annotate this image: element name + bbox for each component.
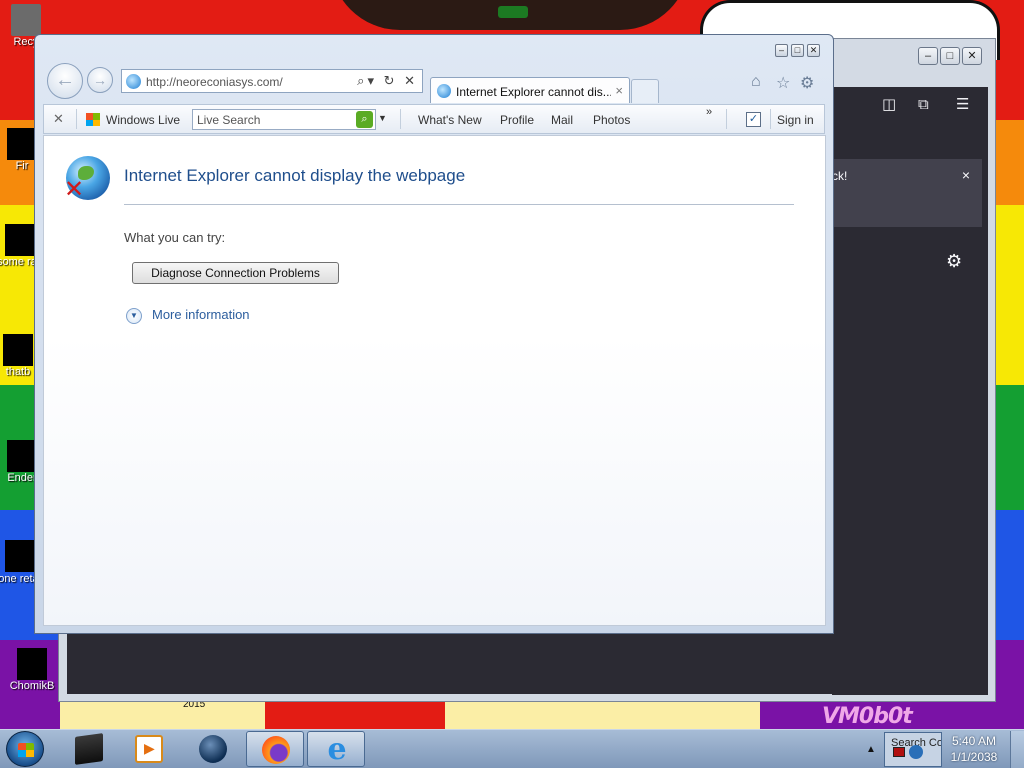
favorites-star-icon[interactable]: ☆: [776, 73, 790, 93]
windows-live-logo-icon: [86, 113, 100, 126]
notification-text: ck!: [832, 169, 848, 183]
tab-active[interactable]: Internet Explorer cannot dis... ×: [430, 77, 630, 103]
desktop-icon-label: ChomikB: [9, 680, 55, 692]
desktop-icon-chomik[interactable]: ChomikB: [0, 648, 64, 692]
forward-button[interactable]: →: [87, 67, 113, 93]
file-icon: [7, 440, 37, 472]
toolbar-close-icon[interactable]: ✕: [53, 111, 64, 127]
page-title: Internet Explorer cannot display the web…: [124, 166, 466, 185]
file-icon: [3, 334, 33, 366]
search-icon[interactable]: ⌕: [356, 111, 373, 128]
gear-icon[interactable]: ⚙: [946, 251, 962, 272]
toolbar-divider: [76, 109, 77, 129]
mail-link[interactable]: Mail: [551, 113, 573, 127]
back-arrow-icon: ←: [55, 69, 75, 91]
back-button[interactable]: ←: [47, 63, 83, 99]
notification-close-icon[interactable]: ×: [962, 167, 970, 183]
firefox-shortcut-icon: [7, 128, 37, 160]
try-heading: What you can try:: [124, 230, 226, 245]
tray-expand-icon[interactable]: ▲: [866, 744, 876, 755]
home-icon[interactable]: ⌂: [751, 73, 761, 91]
firefox-notification: ck! ×: [832, 159, 982, 227]
wallpaper-green-mark: [498, 6, 528, 18]
toolbar-divider: [770, 109, 771, 129]
toolbar-chevron[interactable]: »: [706, 106, 712, 118]
firefox-content-area: ◫ ⧉ ☰ ck! × ⚙: [832, 87, 988, 695]
menu-icon[interactable]: ☰: [956, 97, 969, 113]
more-information-link[interactable]: More information: [152, 307, 250, 322]
whats-new-link[interactable]: What's New: [418, 113, 482, 127]
taskbar-firefox[interactable]: [246, 731, 304, 767]
minimize-button[interactable]: –: [775, 44, 788, 57]
file-icon: [5, 540, 35, 572]
windows-live-link[interactable]: Windows Live: [106, 113, 180, 127]
internet-explorer-window[interactable]: – □ ✕ ← → http://neoreconiasys.com/ ⌕▾ ↻…: [34, 34, 834, 634]
firefox-window[interactable]: – □ ✕ ◫ ⧉ ☰ ck! × ⚙: [832, 38, 996, 702]
toolbar-divider: [726, 109, 727, 129]
sign-in-link[interactable]: Sign in: [777, 113, 814, 127]
minimize-button[interactable]: –: [918, 47, 938, 65]
chomik-icon: [17, 648, 47, 680]
globe-icon: [199, 735, 227, 763]
address-tools[interactable]: ⌕▾ ↻ ✕: [357, 73, 418, 89]
expand-chevron-icon[interactable]: ▼: [126, 308, 142, 324]
system-clock[interactable]: 5:40 AM 1/1/2038: [944, 733, 1004, 765]
taskbar-internet-explorer[interactable]: e: [307, 731, 365, 767]
tab-title: Internet Explorer cannot dis...: [456, 85, 611, 99]
tab-close-icon[interactable]: ×: [615, 83, 623, 98]
extensions-icon[interactable]: ⧉: [918, 97, 929, 113]
media-player-icon: [135, 735, 163, 763]
taskbar: e ▲ Search Co 5:40 AM 1/1/2038: [0, 729, 1024, 768]
tray-window-thumbnail[interactable]: Search Co: [884, 732, 942, 767]
clock-date: 1/1/2038: [950, 750, 998, 764]
photos-link[interactable]: Photos: [593, 113, 630, 127]
close-button[interactable]: ✕: [807, 44, 820, 57]
forward-arrow-icon: →: [93, 72, 107, 88]
start-button[interactable]: [6, 731, 44, 767]
show-desktop-button[interactable]: [1010, 731, 1024, 768]
ie-page-icon: [437, 84, 451, 98]
favorites-bar: ✕ Windows Live Live Search ⌕ ▼ What's Ne…: [43, 104, 825, 134]
maximize-button[interactable]: □: [791, 44, 804, 57]
page-content: ✕ Internet Explorer cannot display the w…: [43, 135, 826, 626]
internet-explorer-icon: e: [327, 732, 347, 767]
thumbnail-blue-icon: [909, 745, 923, 759]
address-bar[interactable]: http://neoreconiasys.com/ ⌕▾ ↻ ✕: [121, 69, 423, 93]
live-search-input[interactable]: Live Search ⌕: [192, 109, 376, 130]
maximize-button[interactable]: □: [940, 47, 960, 65]
pocket-icon[interactable]: ◫: [882, 97, 896, 113]
chevron-down-icon[interactable]: ▼: [378, 113, 387, 123]
close-button[interactable]: ✕: [962, 47, 982, 65]
taskbar-terminal[interactable]: [60, 731, 118, 767]
thumbnail-red-icon: [893, 747, 905, 757]
address-url[interactable]: http://neoreconiasys.com/: [146, 75, 283, 89]
recycle-bin-icon: [11, 4, 41, 36]
taskbar-globe-browser[interactable]: [184, 731, 242, 767]
tools-gear-icon[interactable]: ⚙: [800, 73, 814, 93]
new-tab-button[interactable]: [631, 79, 659, 103]
error-x-icon: ✕: [64, 176, 85, 203]
wallpaper-bottom-red-shape: [265, 700, 445, 730]
file-icon: [5, 224, 35, 256]
terminal-icon: [75, 733, 103, 765]
live-search-placeholder: Live Search: [197, 113, 261, 127]
title-divider: [124, 204, 794, 205]
windows-logo-icon: [18, 743, 34, 757]
profile-link[interactable]: Profile: [500, 113, 534, 127]
wallpaper-vm-text: VM0b0t: [822, 704, 913, 729]
diagnose-connection-button[interactable]: Diagnose Connection Problems: [132, 262, 339, 284]
ie-page-icon: [126, 74, 141, 89]
clock-time: 5:40 AM: [951, 734, 997, 748]
firefox-icon: [262, 736, 290, 764]
checkbox-icon[interactable]: ✓: [746, 112, 761, 127]
toolbar-divider: [400, 109, 401, 129]
taskbar-media-player[interactable]: [120, 731, 178, 767]
